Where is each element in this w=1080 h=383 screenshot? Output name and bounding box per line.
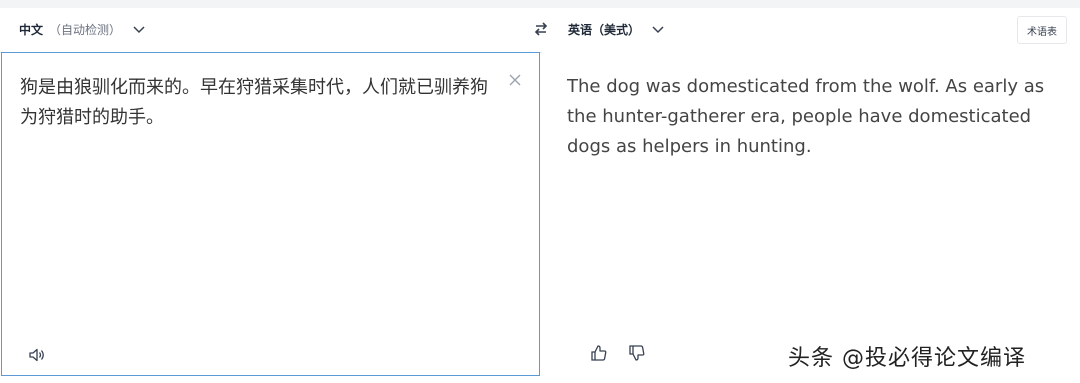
translator-panel: 中文 （自动检测） 英语（美式） 术语表 狗是由狼驯化而来的。早在狩猎采集时代，… — [0, 8, 1080, 383]
target-language-name: 英语（美式） — [568, 23, 641, 37]
translation-area: The dog was domesticated from the wolf. … — [542, 52, 1080, 376]
source-language-selector[interactable]: 中文 （自动检测） — [19, 21, 145, 38]
speaker-icon[interactable] — [28, 347, 46, 363]
thumbs-down-icon[interactable] — [628, 344, 646, 362]
chevron-down-icon — [133, 25, 145, 33]
target-language-selector[interactable]: 英语（美式） — [568, 21, 664, 38]
watermark: 头条 @投必得论文编译 — [788, 346, 1026, 371]
auto-detect-label: （自动检测） — [49, 23, 122, 37]
thumbs-up-icon[interactable] — [590, 344, 608, 362]
language-bar: 中文 （自动检测） 英语（美式） 术语表 — [0, 8, 1080, 53]
translation-text: The dog was domesticated from the wolf. … — [567, 76, 1045, 157]
source-text[interactable]: 狗是由狼驯化而来的。早在狩猎采集时代，人们就已驯养狗为狩猎时的助手。 — [20, 73, 490, 133]
close-icon[interactable] — [507, 72, 523, 88]
swap-arrows-icon[interactable] — [532, 20, 550, 38]
chevron-down-icon — [652, 25, 664, 33]
source-language-name: 中文 — [19, 23, 44, 37]
glossary-button[interactable]: 术语表 — [1017, 16, 1067, 44]
source-text-area[interactable]: 狗是由狼驯化而来的。早在狩猎采集时代，人们就已驯养狗为狩猎时的助手。 — [1, 52, 540, 376]
